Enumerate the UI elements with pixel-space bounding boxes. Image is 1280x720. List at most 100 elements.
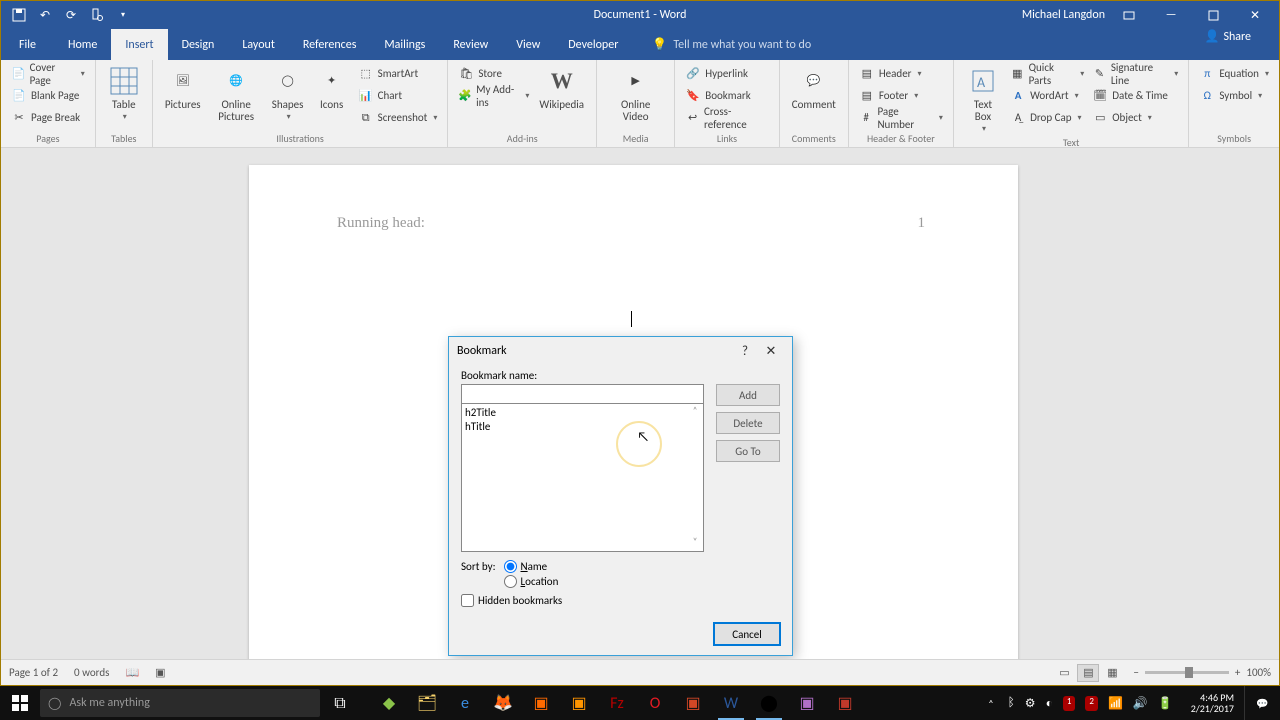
taskbar-clock[interactable]: 4:46 PM 2/21/2017 — [1181, 692, 1244, 715]
blank-page-button[interactable]: 📄Blank Page — [9, 85, 87, 106]
ribbon-options-icon[interactable] — [1111, 1, 1147, 29]
cancel-button[interactable]: Cancel — [714, 623, 780, 645]
bookmark-button[interactable]: 🔖Bookmark — [683, 85, 771, 106]
tray-icon-2[interactable]: ◐ — [1046, 696, 1053, 711]
page-number-button[interactable]: #Page Number▾ — [857, 107, 945, 128]
redo-icon[interactable]: ⟳ — [63, 7, 79, 23]
tray-more-icon[interactable]: ˄ — [982, 697, 999, 710]
tell-me-search[interactable]: 💡Tell me what you want to do — [632, 29, 811, 60]
taskbar-app-firefox[interactable]: 🦊 — [484, 686, 522, 720]
qat-more-icon[interactable]: ▾ — [115, 7, 131, 23]
tab-view[interactable]: View — [502, 29, 554, 60]
list-item[interactable]: h2Title — [465, 406, 700, 420]
status-proofing-icon[interactable]: 📖 — [125, 666, 139, 679]
tab-layout[interactable]: Layout — [228, 29, 289, 60]
taskbar-app-explorer[interactable]: 🗂 — [408, 686, 446, 720]
tray-badge-2[interactable]: 2 — [1085, 696, 1098, 711]
cross-reference-button[interactable]: ↩Cross-reference — [683, 107, 771, 128]
chart-button[interactable]: 📊Chart — [356, 85, 440, 106]
cortana-search[interactable]: ◯Ask me anything — [40, 689, 320, 717]
hidden-bookmarks-checkbox[interactable]: Hidden bookmarks — [461, 594, 562, 607]
list-item[interactable]: hTitle — [465, 420, 700, 434]
zoom-slider[interactable] — [1145, 671, 1229, 674]
undo-icon[interactable]: ↶ — [37, 7, 53, 23]
share-button[interactable]: 👤Share — [1190, 29, 1265, 44]
signature-line-button[interactable]: ✎Signature Line▾ — [1090, 63, 1180, 84]
online-video-button[interactable]: ▶Online Video — [605, 63, 666, 123]
icons-button[interactable]: ✦Icons — [312, 63, 352, 111]
shapes-button[interactable]: ◯Shapes▾ — [268, 63, 308, 122]
wordart-button[interactable]: AWordArt▾ — [1008, 85, 1086, 106]
online-pictures-button[interactable]: 🌐Online Pictures — [209, 63, 264, 123]
scroll-up-icon[interactable]: ˄ — [688, 405, 702, 419]
add-button[interactable]: Add — [716, 384, 780, 406]
touch-mode-icon[interactable] — [89, 7, 105, 23]
screenshot-button[interactable]: ⧉Screenshot▾ — [356, 107, 440, 128]
taskbar-app-red[interactable]: ▣ — [826, 686, 864, 720]
dialog-close-icon[interactable]: ✕ — [758, 344, 784, 359]
tab-developer[interactable]: Developer — [554, 29, 632, 60]
text-box-button[interactable]: AText Box▾ — [962, 63, 1004, 134]
tab-references[interactable]: References — [289, 29, 371, 60]
taskbar-app-filezilla[interactable]: Fz — [598, 686, 636, 720]
bookmark-name-input[interactable] — [461, 384, 704, 404]
tray-battery-icon[interactable]: 🔋 — [1158, 696, 1173, 711]
start-button[interactable] — [0, 686, 40, 720]
header-button[interactable]: ▤Header▾ — [857, 63, 945, 84]
footer-button[interactable]: ▤Footer▾ — [857, 85, 945, 106]
table-button[interactable]: Table▾ — [104, 63, 144, 122]
wikipedia-button[interactable]: WWikipedia — [535, 63, 588, 111]
status-macro-icon[interactable]: ▣ — [155, 666, 165, 679]
user-name[interactable]: Michael Langdon — [1022, 8, 1105, 22]
tab-file[interactable]: File — [1, 29, 54, 60]
taskbar-app-edge[interactable]: e — [446, 686, 484, 720]
read-mode-button[interactable]: ▭ — [1053, 664, 1075, 682]
taskbar-app-purple[interactable]: ▣ — [788, 686, 826, 720]
status-page[interactable]: Page 1 of 2 — [9, 666, 58, 679]
taskbar-app-1[interactable]: ◆ — [370, 686, 408, 720]
zoom-out-button[interactable]: − — [1133, 666, 1138, 679]
tray-badge-1[interactable]: 1 — [1063, 696, 1076, 711]
tab-mailings[interactable]: Mailings — [370, 29, 439, 60]
taskbar-app-ppt[interactable]: ▣ — [674, 686, 712, 720]
zoom-in-button[interactable]: + — [1235, 666, 1240, 679]
comment-button[interactable]: 💬Comment — [788, 63, 840, 111]
tab-home[interactable]: Home — [54, 29, 111, 60]
bookmark-list[interactable]: h2Title hTitle ˄ ˅ — [461, 404, 704, 552]
zoom-level[interactable]: 100% — [1246, 666, 1271, 679]
date-time-button[interactable]: 🗓Date & Time — [1090, 85, 1180, 106]
print-layout-button[interactable]: ▤ — [1077, 664, 1099, 682]
dialog-title-bar[interactable]: Bookmark ? ✕ — [449, 337, 792, 365]
status-words[interactable]: 0 words — [74, 666, 109, 679]
action-center-button[interactable]: 💬 — [1244, 686, 1280, 720]
goto-button[interactable]: Go To — [716, 440, 780, 462]
cover-page-button[interactable]: 📄Cover Page▾ — [9, 63, 87, 84]
page-break-button[interactable]: ✂Page Break — [9, 107, 87, 128]
dialog-help-icon[interactable]: ? — [732, 344, 758, 359]
taskbar-app-orange[interactable]: ▣ — [522, 686, 560, 720]
tray-wifi-icon[interactable]: 📶 — [1108, 696, 1123, 711]
sort-name-radio[interactable]: Name — [504, 560, 559, 573]
tray-icon-1[interactable]: ⚙ — [1025, 696, 1036, 711]
symbol-button[interactable]: ΩSymbol▾ — [1197, 85, 1271, 106]
maximize-icon[interactable] — [1195, 1, 1231, 29]
scroll-down-icon[interactable]: ˅ — [688, 536, 702, 550]
tray-volume-icon[interactable]: 🔊 — [1133, 696, 1148, 711]
object-button[interactable]: ▭Object▾ — [1090, 107, 1180, 128]
minimize-icon[interactable]: — — [1153, 1, 1189, 29]
sort-location-radio[interactable]: Location — [504, 575, 559, 588]
quick-parts-button[interactable]: ▦Quick Parts▾ — [1008, 63, 1086, 84]
pictures-button[interactable]: 🖼Pictures — [161, 63, 205, 111]
task-view-button[interactable]: ⧉ — [320, 686, 360, 720]
hyperlink-button[interactable]: 🔗Hyperlink — [683, 63, 771, 84]
tab-review[interactable]: Review — [439, 29, 502, 60]
tab-insert[interactable]: Insert — [111, 29, 167, 60]
my-addins-button[interactable]: 🧩My Add-ins▾ — [456, 85, 531, 106]
drop-cap-button[interactable]: A̲Drop Cap▾ — [1008, 107, 1086, 128]
tray-bluetooth-icon[interactable]: ᛒ — [1008, 696, 1015, 711]
smartart-button[interactable]: ⬚SmartArt — [356, 63, 440, 84]
equation-button[interactable]: πEquation▾ — [1197, 63, 1271, 84]
delete-button[interactable]: Delete — [716, 412, 780, 434]
taskbar-app-sublime[interactable]: ▣ — [560, 686, 598, 720]
save-icon[interactable] — [11, 7, 27, 23]
